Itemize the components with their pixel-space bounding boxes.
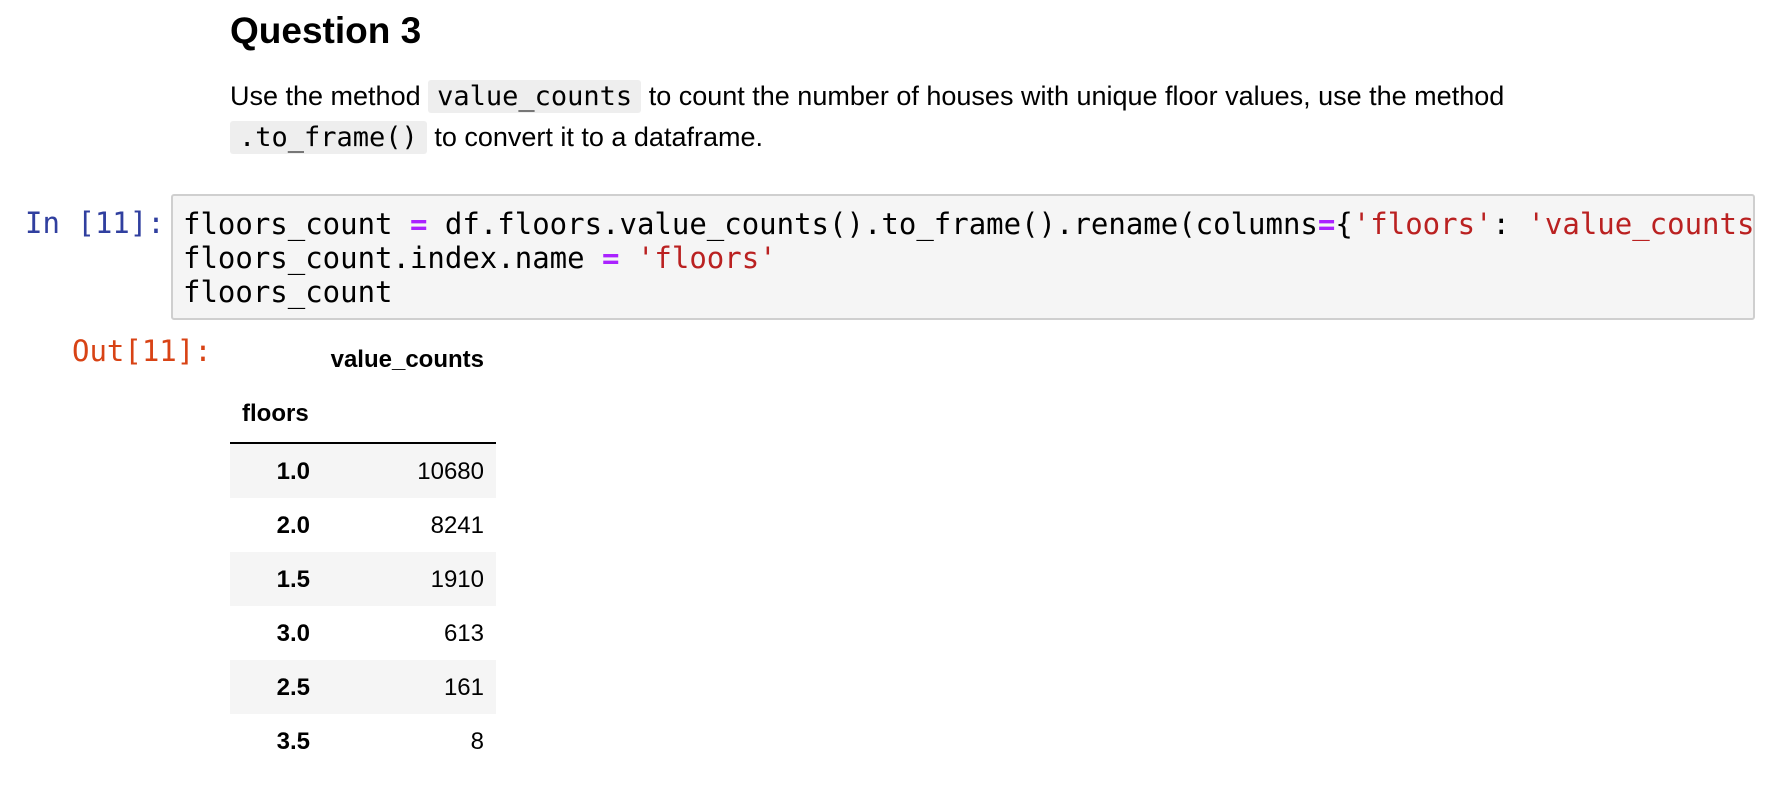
code-string: 'floors' bbox=[1352, 207, 1493, 241]
dataframe-body: 1.0 10680 2.0 8241 1.5 1910 3.0 613 2.5 … bbox=[230, 444, 496, 768]
question-heading: Question 3 bbox=[230, 10, 422, 51]
question-text: Use the method value_counts to count the… bbox=[230, 76, 1650, 158]
output-prompt: Out[11]: bbox=[72, 334, 212, 368]
row-index: 3.5 bbox=[276, 728, 310, 755]
code-operator: = bbox=[409, 207, 428, 241]
row-value: 1910 bbox=[430, 566, 484, 593]
code-operator: = bbox=[602, 241, 620, 275]
inline-code-to-frame: .to_frame() bbox=[230, 121, 427, 154]
row-value: 8 bbox=[470, 728, 484, 755]
code-token: floors_count bbox=[183, 207, 410, 241]
text-segment: Use the method bbox=[230, 81, 429, 111]
code-line-3: floors_count bbox=[183, 275, 393, 309]
code-string: 'value_counts' bbox=[1527, 207, 1755, 241]
row-index: 2.5 bbox=[276, 674, 310, 701]
code-token: df.floors.value_counts().to_frame().rena… bbox=[427, 207, 1318, 241]
row-index: 1.0 bbox=[276, 458, 310, 485]
row-value: 10680 bbox=[417, 458, 484, 485]
code-operator: = bbox=[1317, 207, 1336, 241]
table-row: 1.0 10680 bbox=[230, 444, 496, 498]
index-name: floors bbox=[242, 400, 309, 427]
table-row: 2.5 161 bbox=[230, 660, 496, 714]
row-index: 1.5 bbox=[276, 566, 310, 593]
code-editor[interactable]: floors_count = df.floors.value_counts().… bbox=[171, 194, 1755, 320]
inline-code-value-counts: value_counts bbox=[428, 80, 642, 113]
row-value: 8241 bbox=[430, 512, 484, 539]
table-row: 3.0 613 bbox=[230, 606, 496, 660]
dataframe-column-header: value_counts bbox=[230, 346, 496, 376]
text-segment: to count the number of houses with uniqu… bbox=[641, 81, 1505, 111]
code-line-1: floors_count = df.floors.value_counts().… bbox=[183, 207, 1753, 241]
code-string: 'floors' bbox=[636, 241, 777, 275]
dataframe-index-header: floors bbox=[230, 400, 496, 444]
table-row: 1.5 1910 bbox=[230, 552, 496, 606]
table-row: 3.5 8 bbox=[230, 714, 496, 768]
row-value: 161 bbox=[443, 674, 484, 701]
code-token: floors_count.index.name bbox=[183, 241, 603, 275]
code-token: : bbox=[1492, 207, 1528, 241]
code-token: { bbox=[1335, 207, 1353, 241]
row-index: 2.0 bbox=[276, 512, 310, 539]
input-prompt: In [11]: bbox=[25, 206, 165, 240]
row-value: 613 bbox=[443, 620, 484, 647]
table-row: 2.0 8241 bbox=[230, 498, 496, 552]
row-index: 3.0 bbox=[276, 620, 310, 647]
code-line-2: floors_count.index.name = 'floors' bbox=[183, 241, 1753, 275]
column-name: value_counts bbox=[330, 346, 484, 373]
text-segment: to convert it to a dataframe. bbox=[426, 122, 763, 152]
